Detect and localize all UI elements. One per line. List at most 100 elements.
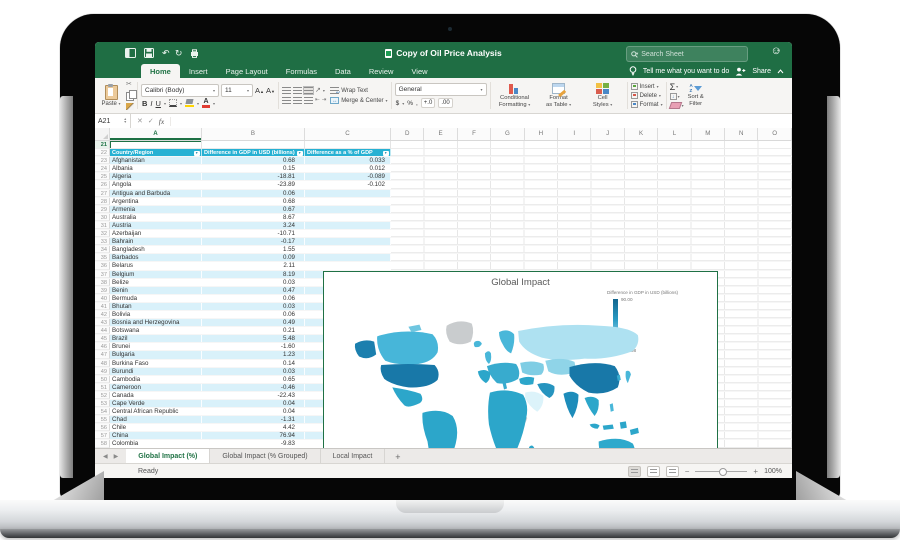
row-number-50[interactable]: 50 bbox=[95, 375, 110, 383]
redo-icon[interactable]: ↻ bbox=[175, 48, 183, 59]
grid-cell-A51[interactable]: Cameroon bbox=[110, 383, 202, 391]
row-number-43[interactable]: 43 bbox=[95, 319, 110, 327]
shrink-font-button[interactable]: A▼ bbox=[266, 86, 275, 95]
row-number-55[interactable]: 55 bbox=[95, 416, 110, 424]
filter-dropdown-icon[interactable]: ▾ bbox=[297, 150, 303, 157]
empty-grid-cells[interactable] bbox=[391, 230, 792, 238]
row-number-22[interactable]: 22 bbox=[95, 149, 110, 157]
row-number-37[interactable]: 37 bbox=[95, 270, 110, 278]
clear-button[interactable]: ▾ bbox=[668, 101, 684, 109]
grid-cell-B51[interactable]: -0.46 bbox=[202, 383, 305, 391]
empty-grid-cells[interactable] bbox=[391, 197, 792, 205]
row-number-27[interactable]: 27 bbox=[95, 189, 110, 197]
zoom-slider[interactable] bbox=[695, 467, 748, 476]
grid-cell-C36[interactable] bbox=[305, 262, 391, 270]
grid-cell-C26[interactable]: -0.102 bbox=[305, 181, 391, 189]
grid-cell-C35[interactable] bbox=[305, 254, 391, 262]
row-number-33[interactable]: 33 bbox=[95, 238, 110, 246]
grid-cell-B27[interactable]: 0.06 bbox=[202, 189, 305, 197]
empty-grid-cells[interactable] bbox=[391, 173, 792, 181]
sheet-prev-arrow[interactable]: ◀ bbox=[103, 453, 108, 460]
row-number-30[interactable]: 30 bbox=[95, 213, 110, 221]
empty-grid-cells[interactable] bbox=[391, 205, 792, 213]
search-sheet-input[interactable]: ▾ Search Sheet bbox=[626, 46, 748, 62]
empty-grid-cells[interactable] bbox=[391, 262, 792, 270]
row-number-36[interactable]: 36 bbox=[95, 262, 110, 270]
row-number-56[interactable]: 56 bbox=[95, 424, 110, 432]
tab-review[interactable]: Review bbox=[360, 64, 403, 78]
grid-cell-A54[interactable]: Central African Republic bbox=[110, 408, 202, 416]
grid-cell-B36[interactable]: 2.11 bbox=[202, 262, 305, 270]
grid-cell-A47[interactable]: Bulgaria bbox=[110, 351, 202, 359]
grid-cell-A26[interactable]: Angola bbox=[110, 181, 202, 189]
fill-color-icon[interactable] bbox=[184, 99, 194, 107]
grid-cell-A38[interactable]: Belize bbox=[110, 278, 202, 286]
insert-cells-button[interactable]: Insert ▾ bbox=[630, 83, 663, 90]
select-all-corner[interactable] bbox=[95, 128, 110, 140]
grid-cell-B33[interactable]: -0.17 bbox=[202, 238, 305, 246]
row-number-23[interactable]: 23 bbox=[95, 157, 110, 165]
font-color-icon[interactable]: A bbox=[202, 98, 210, 108]
grid-cell-A35[interactable]: Barbados bbox=[110, 254, 202, 262]
tab-view[interactable]: View bbox=[402, 64, 436, 78]
grid-cell-A43[interactable]: Bosnia and Herzegovina bbox=[110, 319, 202, 327]
row-number-31[interactable]: 31 bbox=[95, 221, 110, 230]
row-number-41[interactable]: 41 bbox=[95, 302, 110, 310]
save-icon[interactable] bbox=[144, 48, 154, 58]
column-header-F[interactable]: F bbox=[458, 128, 492, 140]
comma-button[interactable]: , bbox=[416, 100, 418, 107]
currency-button[interactable]: $ bbox=[396, 100, 400, 107]
grid-cell-A28[interactable]: Argentina bbox=[110, 197, 202, 205]
column-header-B[interactable]: B bbox=[202, 128, 305, 140]
row-number-29[interactable]: 29 bbox=[95, 205, 110, 213]
grid-cell-B30[interactable]: 8.67 bbox=[202, 213, 305, 221]
grid-cell-B50[interactable]: 0.65 bbox=[202, 375, 305, 383]
grid-cell-A32[interactable]: Azerbaijan bbox=[110, 230, 202, 238]
grid-cell-A33[interactable]: Bahrain bbox=[110, 238, 202, 246]
grid-cell-B44[interactable]: 0.21 bbox=[202, 327, 305, 335]
grid-cell-B52[interactable]: -22.43 bbox=[202, 391, 305, 399]
sheet-next-arrow[interactable]: ▶ bbox=[114, 453, 119, 460]
empty-grid-cells[interactable] bbox=[391, 149, 792, 157]
sheet-tab-global-impact-grouped-[interactable]: Global Impact (% Grouped) bbox=[210, 449, 321, 464]
cell-styles-button[interactable]: Cell Styles ▾ bbox=[582, 80, 624, 111]
column-header-D[interactable]: D bbox=[391, 128, 425, 140]
filter-dropdown-icon[interactable]: ▾ bbox=[383, 150, 389, 157]
undo-button[interactable]: ↶ ▾ bbox=[162, 48, 170, 59]
column-header-N[interactable]: N bbox=[725, 128, 759, 140]
grid-cell-C29[interactable] bbox=[305, 205, 391, 213]
middle-align-icon[interactable] bbox=[292, 87, 302, 94]
row-number-28[interactable]: 28 bbox=[95, 197, 110, 205]
grid-cell-A53[interactable]: Cape Verde bbox=[110, 400, 202, 408]
grid-cell-B35[interactable]: 0.09 bbox=[202, 254, 305, 262]
grid-cell-A49[interactable]: Burundi bbox=[110, 367, 202, 375]
grid-cell-B47[interactable]: 1.23 bbox=[202, 351, 305, 359]
percent-button[interactable]: % bbox=[407, 100, 413, 107]
row-number-24[interactable]: 24 bbox=[95, 165, 110, 173]
grid-cell-A21[interactable] bbox=[110, 141, 202, 150]
empty-grid-cells[interactable] bbox=[391, 189, 792, 197]
share-label[interactable]: Share bbox=[752, 68, 771, 75]
grid-cell-C25[interactable]: -0.089 bbox=[305, 173, 391, 181]
increase-indent-icon[interactable]: ⇥ bbox=[322, 97, 327, 104]
align-left-icon[interactable] bbox=[281, 97, 291, 104]
row-number-58[interactable]: 58 bbox=[95, 440, 110, 448]
grid-cell-A27[interactable]: Antigua and Barbuda bbox=[110, 189, 202, 197]
grid-cell-A41[interactable]: Bhutan bbox=[110, 302, 202, 310]
tell-me-label[interactable]: Tell me what you want to do bbox=[643, 68, 729, 75]
grid-cell-A24[interactable]: Albania bbox=[110, 165, 202, 173]
grid-cell-B42[interactable]: 0.06 bbox=[202, 310, 305, 319]
row-number-57[interactable]: 57 bbox=[95, 432, 110, 440]
formula-input[interactable] bbox=[171, 114, 792, 128]
grid-cell-B57[interactable]: 76.94 bbox=[202, 432, 305, 440]
page-layout-view-button[interactable] bbox=[646, 466, 660, 477]
column-header-A[interactable]: A bbox=[110, 128, 202, 140]
row-number-44[interactable]: 44 bbox=[95, 327, 110, 335]
grid-cell-A57[interactable]: China bbox=[110, 432, 202, 440]
column-header-C[interactable]: C bbox=[305, 128, 391, 140]
row-number-47[interactable]: 47 bbox=[95, 351, 110, 359]
bold-button[interactable]: B bbox=[142, 99, 147, 108]
grid-cell-A29[interactable]: Armenia bbox=[110, 205, 202, 213]
grid-cell-A56[interactable]: Chile bbox=[110, 424, 202, 432]
grid-cell-B58[interactable]: -9.83 bbox=[202, 440, 305, 448]
